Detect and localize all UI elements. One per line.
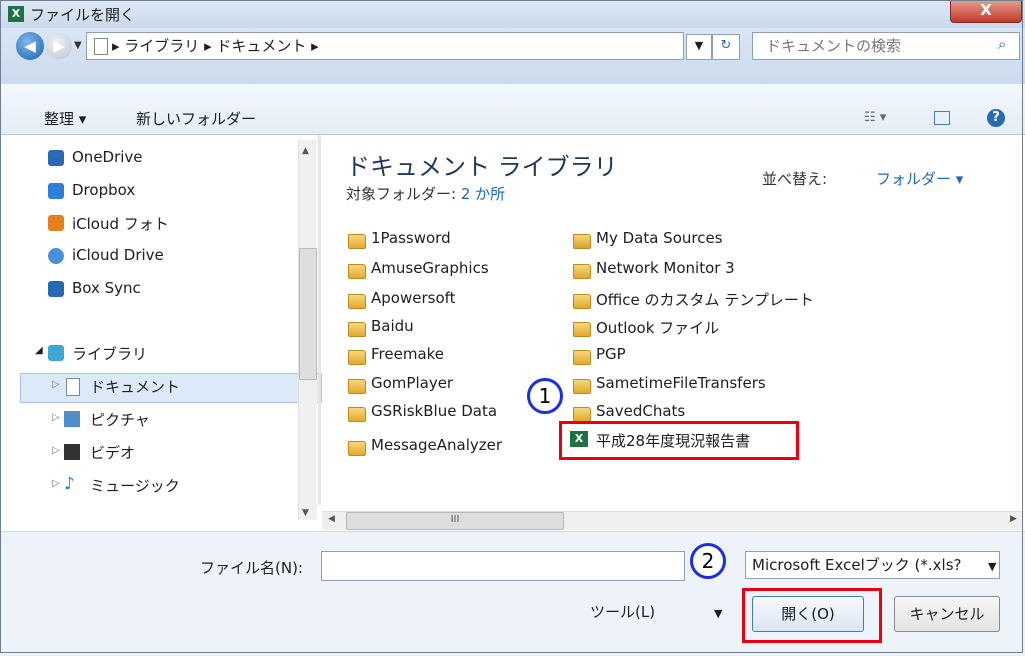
folders-link[interactable]: 2 か所	[461, 185, 505, 203]
library-title: ドキュメント ライブラリ	[346, 153, 618, 181]
folder-item[interactable]: Network Monitor 3	[596, 259, 735, 277]
nav-scrollbar-thumb[interactable]	[299, 248, 317, 380]
dropbox-icon	[48, 183, 64, 199]
scroll-up-icon[interactable]: ▲	[302, 146, 309, 156]
filename-input[interactable]	[321, 551, 685, 581]
forward-button[interactable]: ▶	[46, 33, 72, 59]
scroll-left-icon[interactable]: ◀	[328, 514, 335, 524]
data-sources-folder-icon	[573, 234, 591, 249]
folder-item[interactable]: GSRiskBlue Data	[371, 402, 497, 420]
nav-item-box-sync[interactable]: Box Sync	[72, 279, 141, 297]
folder-item[interactable]: My Data Sources	[596, 229, 723, 247]
window-title: ファイルを開く	[30, 6, 136, 24]
folder-icon	[573, 407, 591, 422]
folder-item[interactable]: SametimeFileTransfers	[596, 374, 766, 392]
collapse-icon[interactable]: ▷	[52, 478, 60, 489]
nav-item-library[interactable]: ライブラリ	[72, 343, 147, 364]
highlight-box-open	[742, 588, 882, 643]
nav-item-dropbox[interactable]: Dropbox	[72, 181, 135, 199]
highlight-box-file	[559, 421, 799, 460]
back-button[interactable]: ◀	[16, 32, 44, 60]
title-bar	[0, 0, 1025, 28]
chevron-down-icon[interactable]: ▼	[988, 560, 996, 573]
folder-icon	[348, 234, 366, 249]
folder-item[interactable]: Freemake	[371, 345, 444, 363]
folder-icon	[348, 294, 366, 309]
video-icon	[64, 444, 80, 460]
folder-item[interactable]: GomPlayer	[371, 374, 453, 392]
folder-item[interactable]: Apowersoft	[371, 289, 456, 307]
file-type-select[interactable]: Microsoft Excelブック (*.xls?	[745, 551, 1000, 579]
folder-icon	[348, 350, 366, 365]
library-icon	[48, 345, 64, 361]
document-icon	[66, 378, 80, 396]
folder-icon	[573, 294, 591, 309]
folder-icon	[348, 264, 366, 279]
collapse-icon[interactable]: ▷	[52, 379, 60, 390]
help-icon[interactable]: ?	[987, 109, 1005, 127]
folder-icon	[573, 350, 591, 365]
folder-item[interactable]: AmuseGraphics	[371, 259, 489, 277]
music-icon: ♪	[64, 474, 75, 494]
nav-item-music[interactable]: ミュージック	[90, 475, 180, 496]
search-placeholder: ドキュメントの検索	[766, 37, 902, 55]
nav-item-icloud-drive[interactable]: iCloud Drive	[72, 246, 164, 264]
scroll-down-icon[interactable]: ▼	[302, 508, 309, 518]
scroll-right-icon[interactable]: ▶	[1010, 514, 1017, 524]
breadcrumb-path[interactable]: ▸ ライブラリ ▸ ドキュメント ▸	[112, 35, 319, 56]
folder-item[interactable]: PGP	[596, 345, 626, 363]
folder-item[interactable]: MessageAnalyzer	[371, 436, 502, 454]
close-button[interactable]: X	[950, 0, 1022, 23]
library-subtitle: 対象フォルダー: 2 か所	[346, 183, 505, 204]
folder-icon	[348, 322, 366, 337]
cancel-button[interactable]: キャンセル	[894, 596, 1000, 632]
expand-icon[interactable]: ◢	[35, 345, 43, 356]
filename-label: ファイル名(N):	[200, 559, 303, 577]
nav-item-onedrive[interactable]: OneDrive	[72, 148, 143, 166]
nav-item-pictures[interactable]: ピクチャ	[90, 409, 150, 430]
folder-item[interactable]: Outlook ファイル	[596, 317, 719, 338]
chevron-down-icon[interactable]: ▼	[714, 607, 722, 620]
sort-dropdown[interactable]: フォルダー ▾	[876, 168, 963, 189]
preview-pane-icon[interactable]	[934, 111, 950, 125]
icloud-drive-icon	[48, 248, 64, 264]
folder-item[interactable]: Office のカスタム テンプレート	[596, 289, 814, 310]
icloud-photos-icon	[48, 215, 64, 231]
collapse-icon[interactable]: ▷	[52, 412, 60, 423]
organize-menu[interactable]: 整理 ▾	[44, 108, 86, 129]
chevron-down-icon[interactable]: ▼	[686, 34, 712, 60]
view-options-icon[interactable]: ☷ ▾	[864, 110, 886, 125]
horizontal-scrollbar-thumb[interactable]: III	[346, 512, 564, 530]
folder-icon	[348, 407, 366, 422]
box-icon	[48, 281, 64, 297]
folder-item[interactable]: SavedChats	[596, 402, 685, 420]
callout-badge-2: 2	[690, 543, 726, 579]
tools-menu[interactable]: ツール(L)	[590, 601, 655, 622]
nav-item-documents[interactable]: ドキュメント	[90, 376, 180, 397]
picture-icon	[64, 411, 80, 427]
folder-icon	[573, 322, 591, 337]
nav-item-icloud-photos[interactable]: iCloud フォト	[72, 213, 169, 234]
search-icon[interactable]: ⌕	[998, 35, 1006, 53]
onedrive-icon	[48, 150, 64, 166]
folder-item[interactable]: Baidu	[371, 317, 414, 335]
library-subtitle-prefix: 対象フォルダー:	[346, 185, 461, 203]
folder-icon	[573, 264, 591, 279]
new-folder-button[interactable]: 新しいフォルダー	[136, 108, 256, 129]
folder-icon	[348, 441, 366, 456]
nav-item-videos[interactable]: ビデオ	[90, 442, 135, 463]
callout-badge-1: 1	[527, 378, 563, 414]
document-icon	[94, 38, 108, 55]
folder-item[interactable]: 1Password	[371, 229, 451, 247]
sort-label: 並べ替え:	[762, 170, 828, 188]
history-dropdown-icon[interactable]: ▼	[74, 40, 86, 51]
folder-icon	[348, 379, 366, 394]
collapse-icon[interactable]: ▷	[52, 445, 60, 456]
refresh-icon[interactable]: ↻	[712, 34, 740, 60]
pane-divider[interactable]	[318, 135, 321, 505]
folder-icon	[573, 379, 591, 394]
excel-icon: X	[8, 6, 24, 22]
